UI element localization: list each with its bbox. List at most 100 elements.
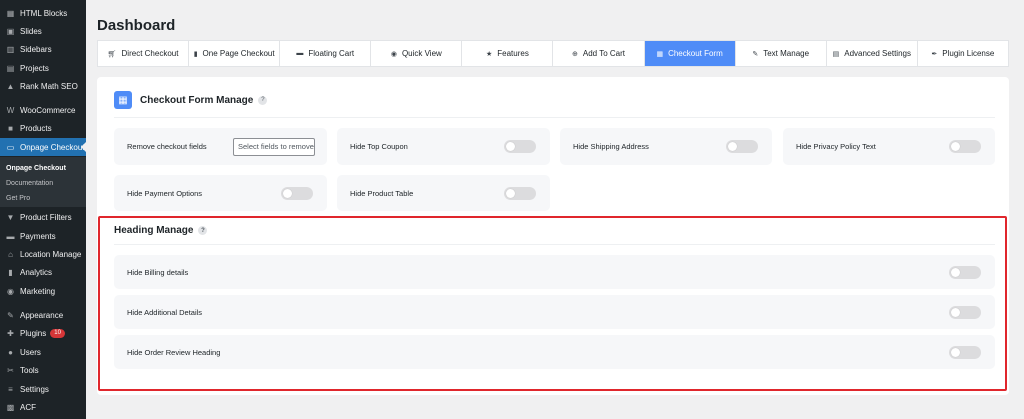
- sidebar-item-products[interactable]: ■ Products: [0, 119, 86, 137]
- field-label: Hide Order Review Heading: [127, 347, 221, 357]
- field-label: Hide Shipping Address: [573, 142, 649, 151]
- help-icon[interactable]: ?: [258, 95, 268, 105]
- sidebars-icon: ▥: [6, 44, 15, 54]
- tab-floating-cart[interactable]: ▬ Floating Cart: [280, 41, 372, 66]
- eye-icon: ◉: [390, 50, 397, 58]
- tab-checkout-form[interactable]: ▦ Checkout Form: [644, 41, 736, 66]
- sidebar-item-analytics[interactable]: ▮ Analytics: [0, 263, 86, 281]
- settings-tabs: 🛒︎ Direct Checkout ▮ One Page Checkout ▬ Fl…: [97, 40, 1009, 67]
- checkout-form-header: ▦ Checkout Form Manage ?: [114, 91, 268, 109]
- users-icon: ●: [8, 347, 13, 357]
- advanced-icon: ▤: [832, 50, 840, 58]
- hide-billing-details-toggle[interactable]: [949, 265, 981, 279]
- hide-shipping-address-toggle[interactable]: [726, 140, 758, 153]
- page-icon: ▮: [193, 50, 198, 58]
- tab-add-to-cart[interactable]: ⊕ Add To Cart: [553, 41, 645, 66]
- field-hide-additional-details: Hide Additional Details: [114, 295, 995, 329]
- field-label: Remove checkout fields: [127, 142, 207, 151]
- settings-icon: ≡: [8, 384, 13, 394]
- heading-manage-header: Heading Manage ?: [114, 225, 208, 236]
- analytics-icon: ▮: [8, 267, 13, 277]
- tools-icon: ✂: [7, 365, 14, 375]
- sidebar-item-woocommerce[interactable]: W WooCommerce: [0, 101, 86, 119]
- field-label: Hide Billing details: [127, 267, 189, 277]
- products-icon: ■: [8, 123, 13, 133]
- sidebar-item-acf[interactable]: ▩ ACF: [0, 398, 86, 416]
- help-icon[interactable]: ?: [198, 226, 208, 235]
- field-label: Hide Top Coupon: [350, 142, 408, 151]
- field-label: Hide Payment Options: [127, 188, 203, 198]
- acf-icon: ▩: [6, 402, 15, 412]
- woocommerce-icon: W: [6, 105, 15, 115]
- sidebar-item-location-manage[interactable]: ⌂ Location Manage: [0, 245, 86, 263]
- field-label: Hide Product Table: [350, 188, 414, 198]
- hide-order-review-heading-toggle[interactable]: [949, 345, 981, 359]
- field-hide-order-review-heading: Hide Order Review Heading: [114, 335, 995, 369]
- field-hide-top-coupon: Hide Top Coupon: [337, 128, 550, 165]
- sidebar-item-product-filters[interactable]: ▼ Product Filters: [0, 208, 86, 226]
- tab-advanced-settings[interactable]: ▤ Advanced Settings: [827, 41, 918, 66]
- field-label: Hide Privacy Policy Text: [796, 142, 876, 151]
- key-icon: ✒: [931, 50, 938, 58]
- page-title: Dashboard: [97, 17, 176, 34]
- sidebar-item-projects[interactable]: ▤ Projects: [0, 59, 86, 77]
- form-icon: ▦: [656, 50, 664, 58]
- form-grid-icon: ▦: [114, 91, 132, 109]
- marketing-icon: ◉: [7, 286, 14, 296]
- tab-features[interactable]: ★ Features: [462, 41, 554, 66]
- admin-sidebar: ▦ HTML Blocks ▣ Slides ▥ Sidebars ▤ Projects…: [0, 0, 86, 419]
- slides-icon: ▣: [6, 26, 15, 36]
- section-divider: [114, 244, 995, 245]
- field-hide-payment-options: Hide Payment Options: [114, 175, 327, 211]
- section-divider: [114, 117, 995, 118]
- projects-icon: ▤: [6, 63, 15, 73]
- sidebar-item-onpage-checkout[interactable]: ▭ Onpage Checkout: [0, 138, 86, 156]
- sidebar-item-payments[interactable]: ▬ Payments: [0, 227, 86, 245]
- sidebar-item-sidebars[interactable]: ▥ Sidebars: [0, 40, 86, 58]
- field-hide-privacy-policy: Hide Privacy Policy Text: [783, 128, 995, 165]
- sidebar-item-users[interactable]: ● Users: [0, 343, 86, 361]
- sidebar-item-html-blocks[interactable]: ▦ HTML Blocks: [0, 4, 86, 22]
- sidebar-item-plugins[interactable]: ✚ Plugins 10: [0, 324, 86, 342]
- sidebar-item-slides[interactable]: ▣ Slides: [0, 22, 86, 40]
- remove-fields-select[interactable]: Select fields to remove: [233, 137, 315, 156]
- field-remove-checkout-fields: Remove checkout fields Select fields to …: [114, 128, 327, 165]
- cart-icon: 🛒︎: [107, 50, 117, 58]
- plugins-icon: ✚: [7, 328, 14, 338]
- hide-payment-options-toggle[interactable]: [281, 186, 313, 200]
- sidebar-item-settings[interactable]: ≡ Settings: [0, 380, 86, 398]
- submenu-onpage-checkout[interactable]: Onpage Checkout: [0, 161, 86, 175]
- appearance-icon: ✎: [7, 310, 14, 320]
- hide-product-table-toggle[interactable]: [504, 186, 536, 200]
- tab-direct-checkout[interactable]: 🛒︎ Direct Checkout: [98, 41, 190, 66]
- edit-icon: ✎: [752, 50, 759, 58]
- sidebar-item-tools[interactable]: ✂ Tools: [0, 361, 86, 379]
- submenu-get-pro[interactable]: Get Pro: [0, 191, 86, 205]
- heading-manage-title: Heading Manage: [114, 225, 194, 236]
- star-icon: ★: [485, 50, 493, 58]
- location-icon: ⌂: [8, 249, 13, 259]
- tab-plugin-license[interactable]: ✒ Plugin License: [918, 41, 1008, 66]
- field-label: Hide Additional Details: [127, 307, 203, 317]
- sidebar-item-appearance[interactable]: ✎ Appearance: [0, 306, 86, 324]
- tab-text-manage[interactable]: ✎ Text Manage: [736, 41, 827, 66]
- tab-quick-view[interactable]: ◉ Quick View: [371, 41, 463, 66]
- floating-cart-icon: ▬: [296, 50, 304, 57]
- field-hide-shipping-address: Hide Shipping Address: [560, 128, 772, 165]
- sidebar-item-marketing[interactable]: ◉ Marketing: [0, 282, 86, 300]
- hide-privacy-policy-toggle[interactable]: [949, 140, 981, 153]
- submenu-documentation[interactable]: Documentation: [0, 176, 86, 190]
- hide-top-coupon-toggle[interactable]: [504, 140, 536, 153]
- plugins-update-badge: 10: [50, 328, 65, 338]
- rank-math-icon: ▲: [6, 81, 15, 91]
- add-circle-icon: ⊕: [572, 50, 578, 58]
- tab-one-page-checkout[interactable]: ▮ One Page Checkout: [189, 41, 281, 66]
- checkout-form-title: Checkout Form Manage: [140, 94, 254, 106]
- filter-icon: ▼: [6, 212, 15, 222]
- hide-additional-details-toggle[interactable]: [949, 305, 981, 319]
- sidebar-item-rank-math[interactable]: ▲ Rank Math SEO: [0, 77, 86, 95]
- blocks-icon: ▦: [6, 8, 15, 18]
- checkout-icon: ▭: [6, 142, 15, 152]
- field-hide-billing-details: Hide Billing details: [114, 255, 995, 289]
- payments-icon: ▬: [6, 231, 15, 241]
